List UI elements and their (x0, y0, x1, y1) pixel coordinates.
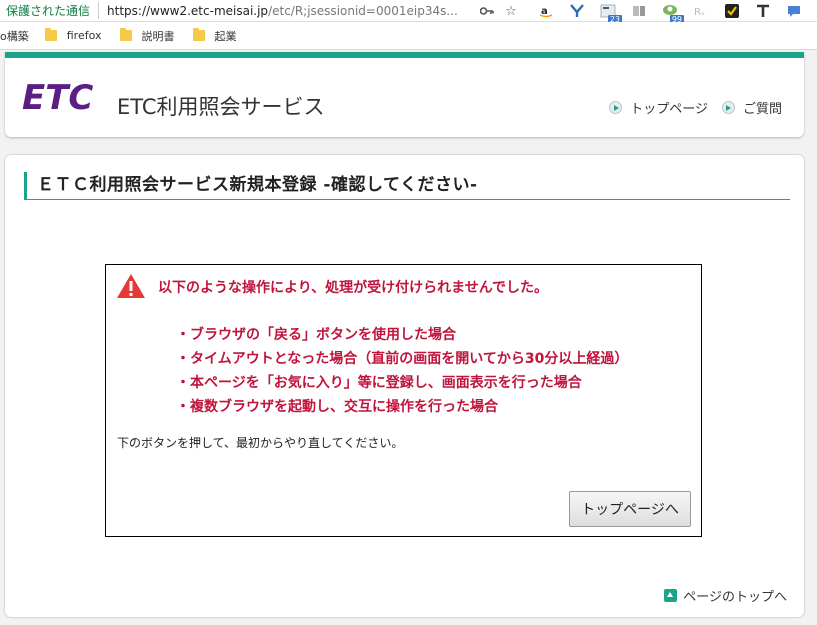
instruction-text: 下のボタンを押して、最初からやり直してください。 (117, 436, 404, 450)
page-top-label: ページのトップへ (683, 590, 787, 605)
bookmark-label: o構築 (0, 29, 29, 43)
nav-link-label: トップページ (630, 102, 708, 117)
bookmark-folder-firefox[interactable]: firefox (44, 28, 102, 42)
y-icon[interactable] (567, 2, 587, 20)
site-header: ETC ETC利用照会サービス トップページ ご質問 (5, 52, 804, 137)
list-item: ・ブラウザの「戻る」ボタンを使用した場合 (176, 327, 456, 343)
check-icon[interactable] (722, 2, 742, 20)
ext-99-icon[interactable]: 99 (660, 2, 684, 24)
list-item: ・タイムアウトとなった場合（直前の画面を開いてから30分以上経過） (176, 351, 629, 367)
star-icon[interactable]: ☆ (502, 2, 520, 20)
nav-link-faq[interactable]: ご質問 (721, 98, 782, 117)
nav-link-label: ご質問 (742, 102, 782, 117)
etc-logo-mark: ETC (22, 78, 93, 118)
page-top-link[interactable]: ページのトップへ (664, 586, 787, 605)
bookmark-folder-manual[interactable]: 説明書 (119, 28, 175, 44)
ext-gray-icon[interactable] (629, 2, 649, 20)
amazon-icon[interactable]: a (536, 2, 556, 20)
etc-logo[interactable]: ETC (22, 78, 106, 118)
page-title: ＥＴＣ利用照会サービス新規本登録 -確認してください- (24, 172, 790, 200)
rw-icon[interactable]: Rᵥ (691, 2, 711, 20)
main-content: ＥＴＣ利用照会サービス新規本登録 -確認してください- 以下のような操作により、… (5, 155, 804, 617)
bookmark-folder-startup[interactable]: 起業 (192, 28, 237, 44)
ext-23-icon[interactable]: 23 (598, 2, 622, 24)
bookmark-label: 説明書 (141, 29, 175, 43)
folder-icon (119, 28, 132, 41)
url-path: /etc/R;jsessionid=0001eip34s... (268, 3, 458, 18)
bookmark-label: 起業 (214, 29, 237, 43)
list-item: ・本ページを「お気に入り」等に登録し、画面表示を行った場合 (176, 375, 582, 391)
list-item: ・複数ブラウザを起動し、交互に操作を行った場合 (176, 399, 498, 415)
bookmark-item[interactable]: o構築 (0, 28, 29, 44)
folder-icon (192, 28, 205, 41)
url-field[interactable]: https://www2.etc-meisai.jp/etc/R;jsessio… (99, 4, 459, 18)
secure-connection-label[interactable]: 保護された通信 (0, 2, 100, 19)
bookmark-label: firefox (66, 29, 102, 42)
arrow-right-icon (721, 101, 735, 114)
arrow-up-icon (664, 589, 678, 602)
folder-icon (44, 28, 57, 41)
error-cause-list: ・ブラウザの「戻る」ボタンを使用した場合 ・タイムアウトとなった場合（直前の画面… (176, 323, 628, 419)
error-heading: 以下のような操作により、処理が受け付けられませんでした。 (158, 280, 549, 296)
svg-text:Rᵥ: Rᵥ (694, 7, 705, 18)
address-bar[interactable]: 保護された通信 https://www2.etc-meisai.jp/etc/R… (0, 0, 817, 24)
logo-text: ETC (22, 78, 93, 112)
go-to-top-page-button[interactable]: トップページへ (569, 491, 691, 527)
warning-icon (116, 273, 146, 303)
chat-icon[interactable] (784, 2, 804, 20)
error-message-box: 以下のような操作により、処理が受け付けられませんでした。 ・ブラウザの「戻る」ボ… (105, 264, 702, 537)
t-icon[interactable] (753, 2, 773, 20)
header-nav: トップページ ご質問 (595, 98, 782, 117)
service-name: ETC利用照会サービス (117, 95, 325, 119)
nav-link-top-page[interactable]: トップページ (609, 98, 708, 117)
bookmarks-bar: o構築 firefox 説明書 起業 (0, 22, 817, 50)
key-icon[interactable] (478, 2, 496, 20)
url-host: https://www2.etc-meisai.jp (107, 3, 269, 18)
arrow-right-icon (609, 101, 623, 114)
